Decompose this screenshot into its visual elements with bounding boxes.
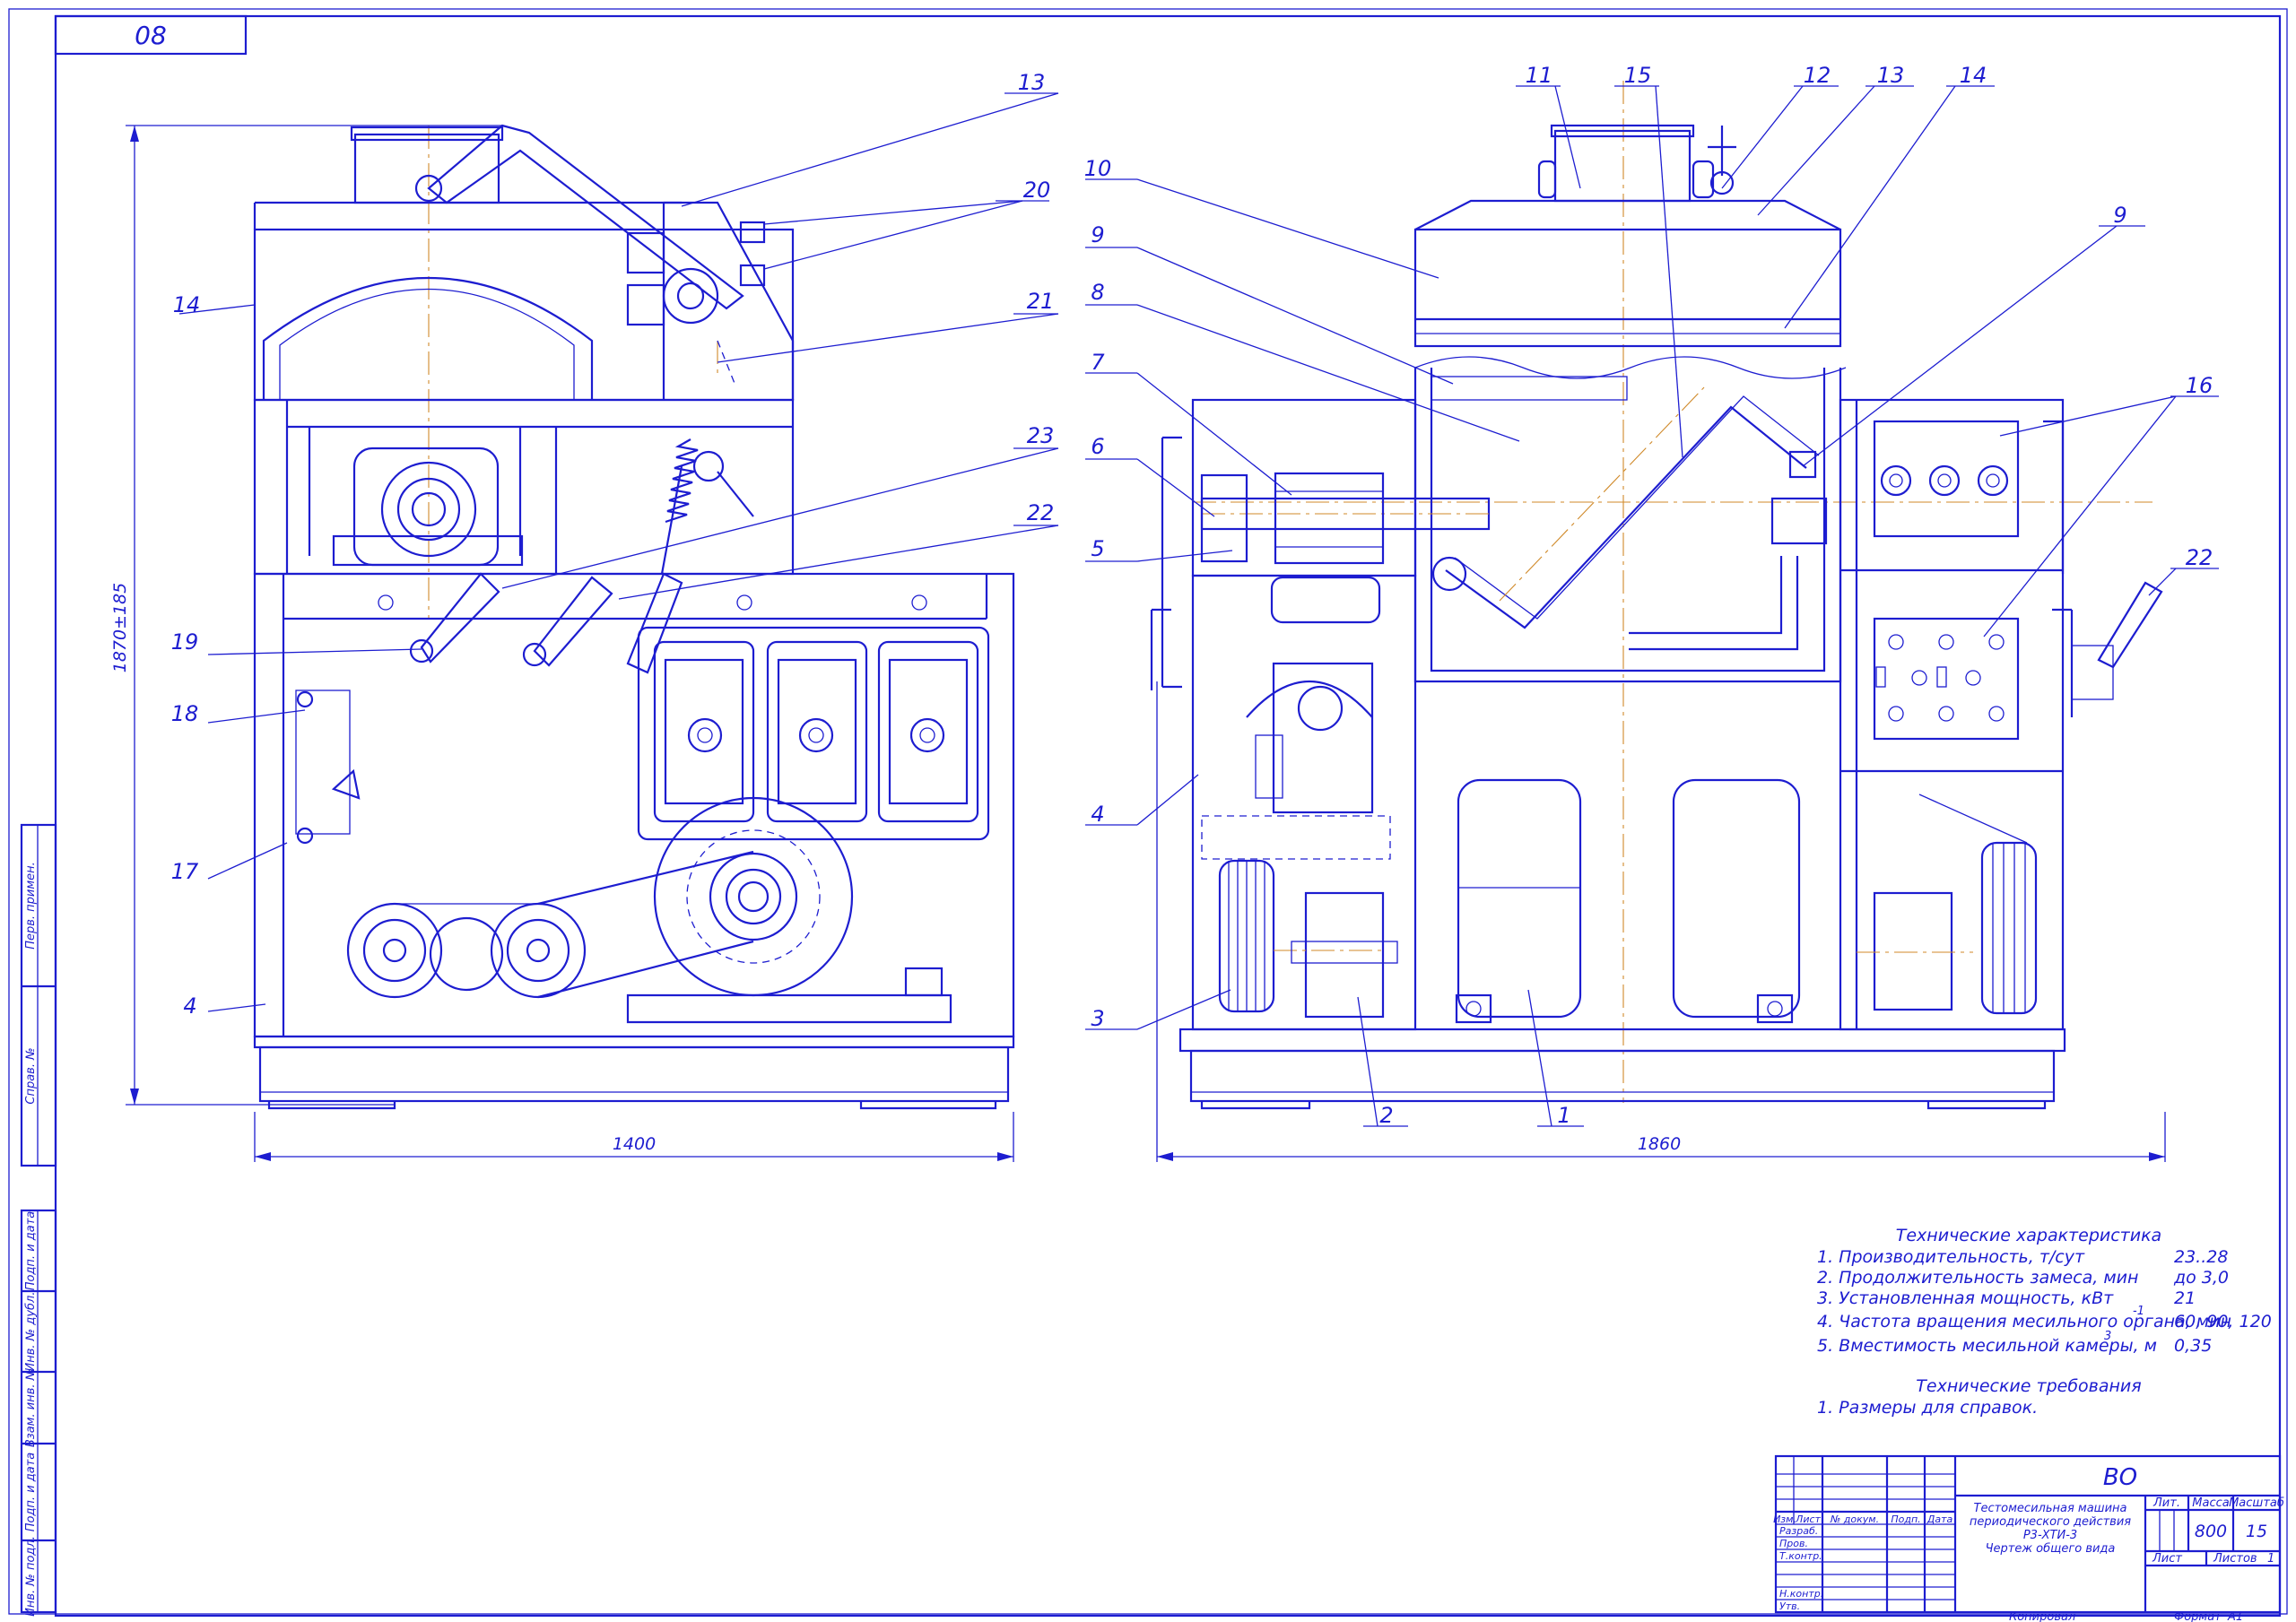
callout-r15: 15 xyxy=(1624,63,1652,88)
spec-3-value: 21 xyxy=(2174,1288,2196,1308)
callout-l22: 22 xyxy=(1027,500,1055,525)
side-stamp-2: Справ. № xyxy=(24,1047,38,1104)
tb-sheet-label: Лист xyxy=(2152,1552,2182,1566)
callout-r11: 11 xyxy=(1526,63,1553,88)
callout-r14: 14 xyxy=(1960,63,1987,88)
tb-lit-label: Лит. xyxy=(2152,1496,2180,1510)
callout-l21: 21 xyxy=(1027,289,1055,314)
callout-r1: 1 xyxy=(1557,1103,1570,1128)
spec-5-value: 0,35 xyxy=(2174,1336,2212,1356)
spec-1-label: 1. Производительность, т/сут xyxy=(1817,1247,2085,1267)
pulley-stack-left xyxy=(1218,859,1275,1013)
tb-mass-value: 800 xyxy=(2195,1522,2227,1541)
callout-r7: 7 xyxy=(1091,350,1105,375)
callout-l4: 4 xyxy=(183,993,196,1019)
tb-name-line-3: Р3-ХТИ-3 xyxy=(2023,1529,2077,1542)
callout-l23: 23 xyxy=(1027,423,1055,448)
side-stamp-1: Перв. примен. xyxy=(24,862,38,950)
left-view xyxy=(253,124,1015,1110)
tb-sheets-value: 1 xyxy=(2267,1552,2274,1566)
side-stamp-6: Подп. и дата xyxy=(24,1453,38,1532)
tb-role-2: Пров. xyxy=(1779,1538,1808,1549)
side-stamp-5: Взам. инв. № xyxy=(24,1368,38,1447)
spec-2-value: до 3,0 xyxy=(2173,1268,2229,1288)
spec-4-value: 60, 90, 120 xyxy=(2174,1312,2272,1331)
title-block: ВО Изм. Лист № докум. Подп. Дата Разраб.… xyxy=(1773,1454,2284,1622)
callout-r10: 10 xyxy=(1084,156,1112,181)
callout-l20: 20 xyxy=(1023,178,1051,203)
callout-r5: 5 xyxy=(1091,536,1104,561)
pulley-stack-right xyxy=(1980,841,2038,1015)
callout-r16: 16 xyxy=(2186,373,2213,398)
tb-scale-label: Масштаб xyxy=(2229,1496,2284,1510)
tb-scale-value: 15 xyxy=(2246,1522,2267,1541)
right-width-dim-text: 1860 xyxy=(1638,1134,1681,1154)
callout-r22: 22 xyxy=(2186,545,2213,570)
tb-name-line-4: Чертеж общего вида xyxy=(1986,1542,2116,1556)
side-stamp-7: Инв. № подл. xyxy=(24,1536,38,1617)
side-stamp-3: Подп. и дата xyxy=(24,1211,38,1291)
specs-title: Технические характеристика xyxy=(1896,1226,2161,1245)
spec-1-value: 23..28 xyxy=(2174,1247,2228,1267)
sheet-outer-border xyxy=(8,8,2288,1615)
tb-col-doc: № докум. xyxy=(1830,1514,1879,1525)
callout-r12: 12 xyxy=(1804,63,1831,88)
left-width-dim-text: 1400 xyxy=(613,1134,656,1154)
specifications: Технические характеристика 1. Производит… xyxy=(1817,1226,2272,1418)
callout-r8: 8 xyxy=(1091,280,1104,305)
tb-col-izm: Изм. xyxy=(1773,1514,1796,1525)
technical-drawing: 08 Перв. примен. Справ. № Подп. и дата И… xyxy=(8,8,2288,1622)
callout-l13: 13 xyxy=(1018,70,1046,95)
spec-4-label: 4. Частота вращения месильного органа, м… xyxy=(1817,1312,2231,1331)
callout-l14: 14 xyxy=(173,292,201,317)
tb-sheets-label: Листов xyxy=(2213,1552,2257,1566)
tb-mass-label: Масса xyxy=(2192,1496,2229,1510)
height-dimension: 1870±185 xyxy=(110,125,502,1106)
callout-l17: 17 xyxy=(171,859,199,884)
tb-col-list: Лист xyxy=(1795,1514,1821,1525)
tb-format-value: А1 xyxy=(2227,1610,2243,1622)
side-stamp-4: Инв. № дубл. xyxy=(24,1292,38,1372)
tb-format-label: Формат xyxy=(2174,1610,2222,1622)
right-callouts: 11 15 12 13 14 10 9 9 8 7 6 5 4 3 2 1 16… xyxy=(1084,63,2219,1128)
motor-slot-group xyxy=(653,640,979,823)
spec-3-label: 3. Установленная мощность, кВт xyxy=(1817,1288,2114,1308)
tb-copied: Копировал xyxy=(2009,1610,2075,1622)
callout-l18: 18 xyxy=(171,701,199,726)
right-view xyxy=(1150,81,2163,1110)
tb-role-3: Т.контр. xyxy=(1779,1550,1822,1562)
tb-col-date: Дата xyxy=(1926,1514,1953,1525)
callout-l19: 19 xyxy=(171,629,199,655)
spec-4-sup: -1 xyxy=(2133,1305,2144,1318)
callout-r6: 6 xyxy=(1091,434,1104,459)
corner-code: 08 xyxy=(135,21,167,50)
callout-r13: 13 xyxy=(1877,63,1905,88)
callout-r3: 3 xyxy=(1091,1006,1104,1031)
callout-r2: 2 xyxy=(1379,1103,1393,1128)
tb-role-6: Утв. xyxy=(1779,1600,1800,1612)
tb-name-line-1: Тестомесильная машина xyxy=(1974,1502,2127,1515)
left-width-dimension: 1400 xyxy=(254,1112,1014,1162)
tb-role-5: Н.контр. xyxy=(1779,1588,1823,1600)
spec-5-sup: 3 xyxy=(2104,1330,2111,1343)
spec-2-label: 2. Продолжительность замеса, мин xyxy=(1817,1268,2138,1288)
callout-r9b: 9 xyxy=(2113,203,2126,228)
tb-col-sign: Подп. xyxy=(1891,1514,1920,1525)
tb-role-1: Разраб. xyxy=(1779,1525,1818,1537)
requirements-title: Технические требования xyxy=(1916,1376,2141,1396)
height-dim-text: 1870±185 xyxy=(110,583,130,673)
tb-name-line-2: периодического действия xyxy=(1970,1515,2131,1529)
tb-doc-code: ВО xyxy=(2103,1464,2137,1491)
left-callouts: 13 20 21 14 23 22 19 18 17 4 xyxy=(171,70,1059,1019)
side-stamp-strip: Перв. примен. Справ. № Подп. и дата Инв.… xyxy=(20,823,57,1617)
callout-r9a: 9 xyxy=(1091,222,1104,247)
requirement-1: 1. Размеры для справок. xyxy=(1817,1398,2038,1418)
callout-r4: 4 xyxy=(1091,802,1104,827)
